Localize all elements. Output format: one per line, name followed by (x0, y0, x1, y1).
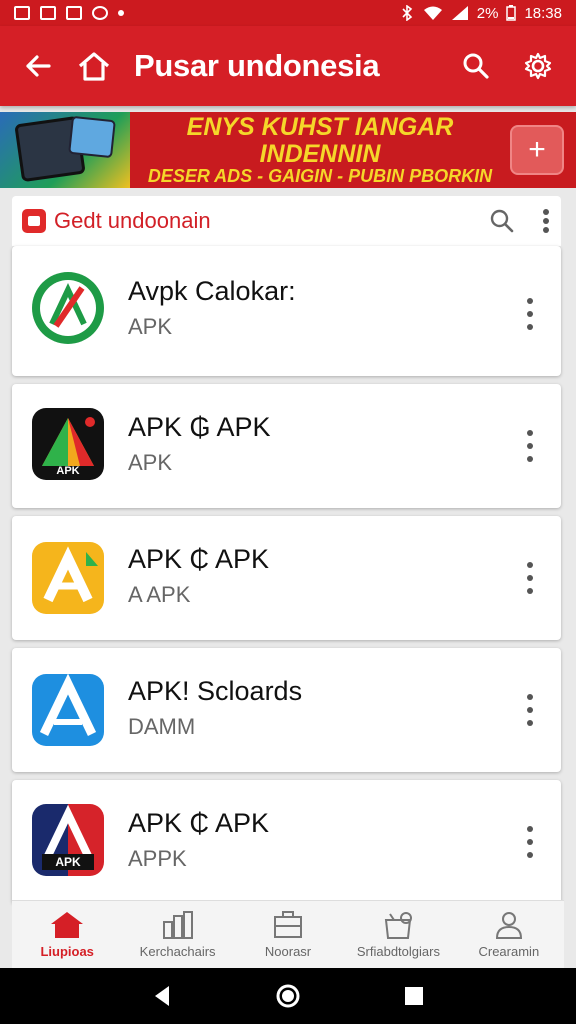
nav-item-offers[interactable]: Srfiabdtolgiars (343, 901, 453, 968)
nav-item-charts[interactable]: Kerchachairs (122, 901, 232, 968)
gift-icon (385, 912, 413, 939)
banner-ad[interactable]: ENYS KUHST IANGAR INDENNIN DESER ADS - G… (0, 112, 576, 188)
green-circle-a-icon (32, 272, 104, 344)
person-icon (495, 912, 522, 939)
list-more-icon[interactable] (541, 209, 551, 233)
app-subtitle: A APK (128, 582, 191, 607)
list-item[interactable]: APK APK ₵ APK APPK (12, 780, 561, 904)
clock: 18:38 (524, 4, 562, 22)
mail-notification-icon (66, 6, 82, 20)
nav-label: Crearamin (478, 944, 540, 959)
app-bar: Pusar undonesia (0, 26, 576, 106)
bluetooth-icon (402, 5, 412, 21)
more-options-icon[interactable] (525, 694, 535, 726)
status-bar: 2% 18:38 (0, 0, 576, 26)
nav-label: Srfiabdtolgiars (356, 944, 440, 959)
yellow-a-icon (32, 542, 104, 614)
wifi-icon (423, 6, 442, 20)
gear-icon (524, 52, 552, 80)
home-icon (78, 52, 110, 81)
app-name: APK! Scloards (128, 676, 303, 706)
nav-label: Noorasr (264, 944, 312, 959)
list-title: Gedt undoonain (54, 208, 211, 233)
blue-a-icon (32, 674, 104, 746)
nav-item-news[interactable]: Noorasr (233, 901, 343, 968)
home-button[interactable] (74, 46, 114, 86)
list-search-icon[interactable] (489, 208, 515, 234)
more-options-icon[interactable] (525, 298, 535, 330)
app-name: Avpk Calokar: (128, 276, 296, 306)
more-options-icon[interactable] (525, 826, 535, 858)
home-circle-icon[interactable] (275, 983, 301, 1009)
black-triangle-a-icon: APK (32, 408, 104, 480)
battery-percent: 2% (476, 4, 499, 22)
search-icon (463, 53, 489, 79)
dot-indicator-icon (118, 10, 124, 16)
app-name: APK ₵ APK (128, 808, 270, 838)
app-name: APK ₲ APK (128, 412, 271, 442)
app-subtitle: APK (128, 314, 173, 339)
list-item[interactable]: APK ₵ APK A APK (12, 516, 561, 640)
list-item[interactable]: APK APK ₲ APK APK (12, 384, 561, 508)
recents-square-icon[interactable] (403, 985, 425, 1007)
battery-icon (506, 5, 517, 21)
more-options-icon[interactable] (525, 562, 535, 594)
settings-button[interactable] (518, 46, 558, 86)
chart-icon (162, 911, 193, 939)
nav-item-home[interactable]: Liupioas (12, 901, 122, 968)
red-blue-a-icon: APK (32, 804, 104, 876)
briefcase-icon (274, 911, 303, 938)
back-button[interactable] (18, 46, 58, 86)
banner-image (0, 112, 130, 188)
banner-headline: ENYS KUHST IANGAR INDENNIN (186, 113, 454, 168)
page-title: Pusar undonesia (134, 48, 380, 83)
list-item[interactable]: Avpk Calokar: APK (12, 246, 561, 376)
list-header: Gedt undoonain (12, 196, 561, 246)
notification-icon (14, 6, 30, 20)
nav-label: Kerchachairs (139, 944, 216, 959)
app-subtitle: APPK (128, 846, 187, 871)
app-icon-label: APK (55, 855, 81, 869)
banner-text: ENYS KUHST IANGAR INDENNIN DESER ADS - G… (130, 114, 510, 185)
bottom-nav: Liupioas Kerchachairs Noorasr Srfiabdtol… (12, 900, 564, 968)
banner-subline: DESER ADS - GAIGIN - PUBIN PBORKIN (147, 165, 493, 186)
system-nav-bar (0, 968, 576, 1024)
gallery-notification-icon (40, 6, 56, 20)
store-badge-icon (22, 209, 46, 233)
more-options-icon[interactable] (525, 430, 535, 462)
arrow-left-icon (26, 55, 51, 77)
app-name: APK ₵ APK (128, 544, 270, 574)
app-subtitle: DAMM (128, 714, 196, 739)
back-triangle-icon[interactable] (151, 984, 173, 1008)
nav-item-profile[interactable]: Crearamin (454, 901, 564, 968)
list-item[interactable]: APK! Scloards DAMM (12, 648, 561, 772)
search-button[interactable] (456, 46, 496, 86)
nav-label: Liupioas (40, 944, 94, 959)
home-icon (51, 912, 84, 938)
app-subtitle: APK (128, 450, 173, 475)
app-icon-label: APK (56, 465, 79, 477)
signal-icon (451, 6, 468, 20)
settings-notification-icon (92, 6, 108, 20)
banner-add-button[interactable]: + (510, 125, 564, 175)
